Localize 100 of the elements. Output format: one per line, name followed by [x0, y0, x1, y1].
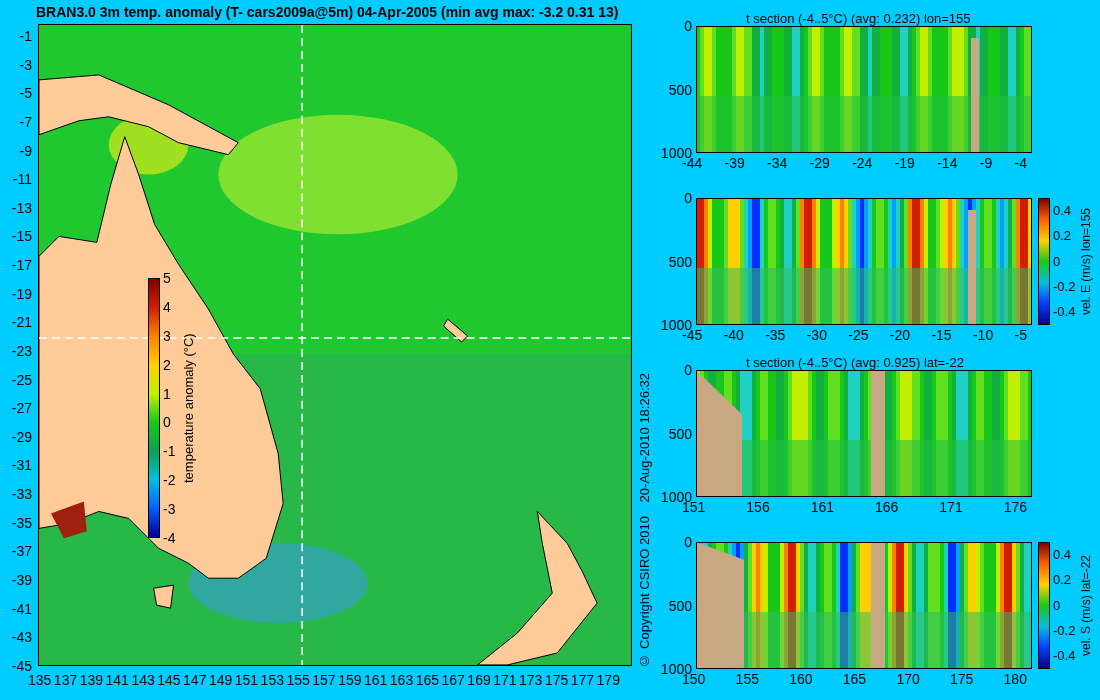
- axis-tick-label: -15: [10, 228, 33, 245]
- copyright-text: 20-Aug-2010 18:26:32: [636, 373, 652, 503]
- axis-tick-label: 163: [389, 672, 414, 688]
- axis-tick-label: 180: [1003, 671, 1027, 687]
- axis-tick-label: -13: [10, 199, 33, 216]
- axis-tick-label: -37: [10, 543, 33, 560]
- axis-tick-label: 175: [949, 671, 974, 687]
- axis-tick-label: 179: [596, 672, 620, 688]
- axis-tick-label: -7: [18, 113, 33, 130]
- axis-tick-label: -17: [10, 257, 33, 273]
- chart-title: t section (-4..5°C) (avg: 0.232) lon=155: [746, 11, 971, 26]
- axis-tick-label: 500: [667, 426, 692, 441]
- axis-tick-label: -11: [11, 171, 33, 188]
- colorbar-tick-label: 0.2: [1053, 229, 1073, 244]
- axis-tick-label: -35: [10, 514, 33, 531]
- axis-tick-label: 145: [157, 672, 181, 688]
- axis-tick-label: 147: [183, 672, 207, 688]
- axis-tick-label: -31: [10, 457, 33, 474]
- axis-tick-label: 165: [842, 671, 867, 687]
- colorbar-tick-label: -0.2: [1053, 623, 1076, 638]
- colorbar-label: temperature anomaly (°C): [181, 332, 197, 485]
- axis-tick-label: 173: [519, 672, 543, 688]
- axis-tick-label: 500: [667, 254, 692, 269]
- axis-tick-label: 137: [53, 672, 78, 688]
- colorbar-tick-label: 4: [163, 298, 172, 315]
- colorbar-label: vel. E (m/s) lon=155: [1079, 207, 1094, 318]
- axis-tick-label: 141: [105, 672, 129, 688]
- axis-tick-label: -25: [10, 371, 33, 388]
- axis-tick-label: 161: [810, 499, 834, 515]
- axis-tick-label: -9: [18, 142, 33, 159]
- axis-tick-label: 151: [234, 672, 259, 688]
- axis-tick-label: -3: [18, 56, 33, 73]
- axis-tick-label: -23: [10, 342, 33, 359]
- colorbar-tick-label: 0: [1053, 254, 1062, 269]
- axis-tick-label: -33: [10, 486, 33, 502]
- axis-tick-label: 175: [544, 672, 569, 688]
- axis-tick-label: -9: [979, 155, 993, 171]
- axis-tick-label: -19: [10, 285, 33, 302]
- colorbar-tick-label: -3: [163, 501, 176, 517]
- colorbar-tick-label: 2: [163, 356, 172, 373]
- axis-tick-label: -40: [723, 327, 744, 343]
- axis-tick-label: 0: [683, 363, 692, 377]
- colorbar-tick-label: -4: [163, 529, 176, 546]
- axis-tick-label: 176: [1003, 499, 1027, 515]
- axis-tick-label: 143: [131, 672, 155, 688]
- axis-tick-label: 167: [441, 672, 465, 688]
- axis-tick-label: -39: [10, 571, 33, 588]
- axis-tick-label: -39: [724, 155, 745, 171]
- axis-tick-label: 149: [208, 672, 233, 688]
- colorbar-tick-label: 0.4: [1053, 548, 1073, 562]
- axis-tick-label: 170: [896, 671, 920, 687]
- axis-tick-label: 159: [338, 672, 362, 688]
- chart-title: BRAN3.0 3m temp. anomaly (T- cars2009a@5m) 04-Apr-2005 (min avg max: -3.2 0.31 13): [35, 3, 620, 22]
- colorbar-tick-label: 0.2: [1053, 573, 1073, 588]
- axis-tick-label: 156: [746, 499, 770, 515]
- axis-tick-label: 0: [683, 535, 692, 549]
- axis-tick-label: 155: [286, 672, 310, 688]
- colorbar-tick-label: -0.4: [1053, 649, 1076, 663]
- axis-tick-label: -41: [10, 600, 33, 617]
- axis-tick-label: 169: [467, 672, 491, 688]
- copyright-text: © Copyright CSIRO 2010: [636, 516, 652, 668]
- axis-tick-label: -19: [894, 155, 915, 171]
- axis-tick-label: 160: [789, 671, 813, 687]
- axis-tick-label: -43: [10, 629, 33, 646]
- axis-tick-label: -45: [10, 657, 33, 674]
- colorbar-tick-label: 0: [1053, 598, 1062, 613]
- axis-tick-label: -34: [767, 155, 788, 171]
- axis-tick-label: 0: [683, 191, 692, 205]
- colorbar-tick-label: 0: [163, 414, 172, 431]
- colorbar-tick-label: 1: [163, 385, 172, 402]
- axis-tick-label: 500: [667, 598, 692, 613]
- axis-tick-label: 177: [570, 672, 595, 688]
- colorbar-label: vel. S (m/s) lat=-22: [1079, 554, 1094, 658]
- axis-tick-label: -21: [10, 314, 33, 331]
- axis-tick-label: -15: [931, 327, 952, 343]
- colorbar-tick-label: -1: [163, 443, 176, 460]
- colorbar-tick-label: -0.2: [1053, 279, 1076, 294]
- axis-tick-label: -27: [10, 400, 33, 417]
- axis-tick-label: 0: [683, 19, 692, 33]
- axis-tick-label: -29: [10, 428, 33, 445]
- axis-tick-label: 155: [735, 671, 759, 687]
- axis-tick-label: 500: [667, 82, 692, 97]
- chart-title: t section (-4..5°C) (avg: 0.925) lat=-22: [746, 355, 964, 370]
- axis-tick-label: 135: [28, 672, 52, 688]
- axis-tick-label: 165: [415, 672, 439, 688]
- axis-tick-label: 166: [875, 499, 899, 515]
- colorbar-tick-label: 0.4: [1053, 204, 1073, 218]
- axis-tick-label: -35: [765, 327, 786, 343]
- axis-tick-label: -10: [972, 327, 994, 343]
- axis-tick-label: -14: [937, 155, 958, 171]
- colorbar-tick-label: -2: [163, 472, 176, 489]
- axis-tick-label: -5: [18, 85, 33, 102]
- axis-tick-label: -4: [1014, 155, 1027, 171]
- axis-tick-label: 139: [79, 672, 104, 688]
- axis-tick-label: -1: [18, 28, 33, 44]
- axis-tick-label: -30: [806, 327, 827, 343]
- axis-tick-label: -5: [1014, 327, 1027, 343]
- axis-tick-label: 153: [260, 672, 284, 688]
- colorbar-tick-label: 3: [163, 327, 172, 344]
- colorbar-tick-label: 5: [163, 270, 172, 286]
